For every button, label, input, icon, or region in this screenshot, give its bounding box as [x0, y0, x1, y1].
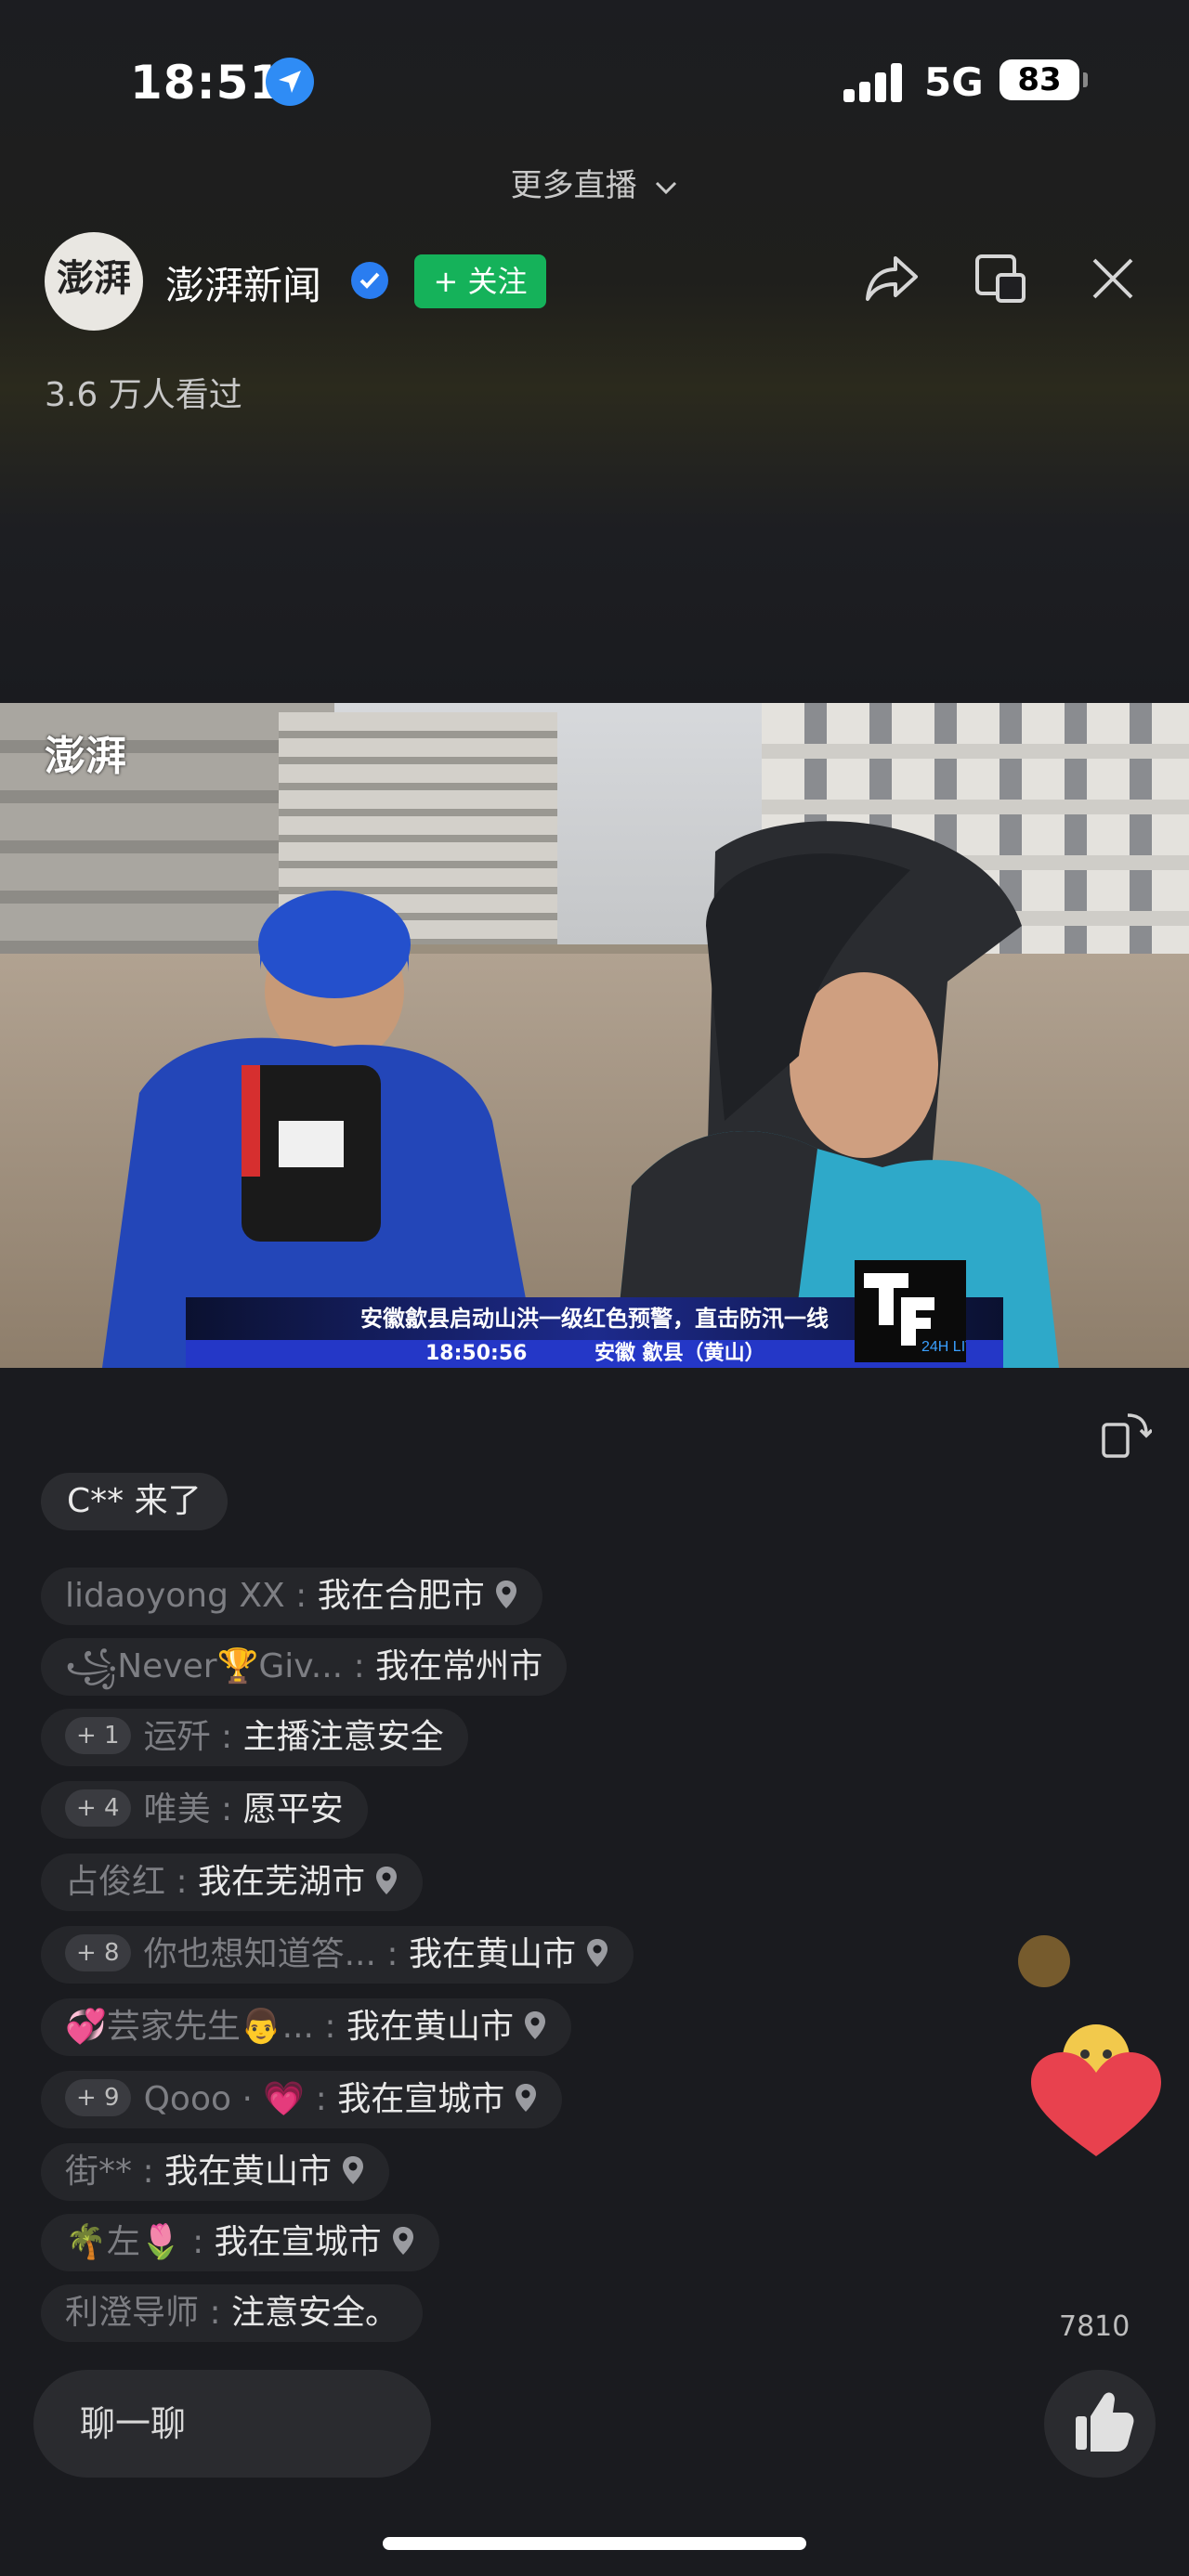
close-icon[interactable]	[1083, 249, 1143, 308]
chat-username[interactable]: 利澄导师	[65, 2294, 199, 2332]
chat-separator: :	[313, 2008, 346, 2046]
chat-username[interactable]: Qooo · 💗	[144, 2080, 306, 2118]
level-badge: + 8	[65, 1934, 131, 1971]
chat-message: 🌴左🌷 : 我在宣城市	[41, 2214, 439, 2271]
chat-separator: :	[132, 2153, 165, 2191]
level-badge: + 1	[65, 1717, 131, 1754]
chat-text: 我在黄山市	[164, 2153, 333, 2191]
chat-message: 利澄导师 : 注意安全。	[41, 2284, 424, 2342]
chat-text: 我在宣城市	[214, 2223, 382, 2261]
chat-separator: :	[181, 2223, 215, 2261]
rescuer-figure	[102, 891, 539, 1368]
avatar-text: 澎湃	[57, 256, 131, 300]
chat-username[interactable]: 运歼	[144, 1718, 211, 1756]
chat-text: 主播注意安全	[242, 1718, 444, 1756]
verified-icon	[351, 262, 388, 299]
chat-username[interactable]: 街**	[65, 2153, 132, 2191]
like-heart-icon	[1031, 2024, 1161, 2156]
chat-message: ꧁Never🏆Giv... : 我在常州市	[41, 1638, 568, 1696]
chevron-down-icon	[656, 181, 677, 195]
location-pin-icon	[586, 1939, 608, 1967]
chat-separator: :	[375, 1935, 409, 1973]
tf-24h-live-logo: 24H LIVE	[855, 1260, 985, 1362]
more-live-label: 更多直播	[510, 167, 637, 204]
chat-separator: :	[343, 1647, 376, 1685]
chat-input[interactable]: 聊一聊	[33, 2370, 431, 2478]
location-arrow-icon	[266, 58, 314, 106]
home-indicator[interactable]	[383, 2537, 806, 2550]
chat-text: 我在黄山市	[346, 2008, 515, 2046]
chat-username[interactable]: 🌴左🌷	[65, 2223, 182, 2261]
viewer-count: 3.6 万人看过	[45, 376, 242, 414]
chat-text: 我在黄山市	[408, 1935, 576, 1973]
channel-name[interactable]: 澎湃新闻	[165, 254, 321, 311]
status-bar: 18:51 5G 83	[0, 46, 1189, 121]
battery-icon: 83	[1000, 59, 1088, 100]
chat-text: 注意安全。	[231, 2294, 399, 2332]
chat-message: 占俊红 : 我在芜湖市	[41, 1854, 424, 1911]
chat-username[interactable]: 💞芸家先生👨...	[65, 2008, 314, 2046]
reporter-figure	[613, 821, 1059, 1368]
location-pin-icon	[392, 2227, 413, 2255]
location-pin-icon	[495, 1581, 516, 1608]
tf-badge-text: 24H LIVE	[921, 1339, 966, 1355]
chat-text: 我在常州市	[375, 1647, 543, 1685]
chat-separator: :	[210, 1790, 243, 1828]
like-button[interactable]	[1044, 2370, 1156, 2478]
location-pin-icon	[516, 2084, 537, 2112]
chat-separator: :	[210, 1718, 243, 1756]
chat-message: 💞芸家先生👨... : 我在黄山市	[41, 1998, 572, 2056]
status-time: 18:51	[130, 56, 283, 110]
chat-separator: :	[305, 2080, 338, 2118]
chat-message: lidaoyong ⅩⅩ : 我在合肥市	[41, 1568, 542, 1625]
chat-message: 街** : 我在黄山市	[41, 2143, 390, 2201]
banner-clock: 18:50:56	[425, 1342, 528, 1365]
join-notice: C** 来了	[41, 1473, 228, 1530]
video-watermark-logo: 澎湃	[45, 733, 126, 780]
chat-separator: :	[199, 2294, 232, 2332]
chat-username[interactable]: 唯美	[144, 1790, 211, 1828]
follow-button[interactable]: + 关注	[414, 254, 546, 308]
chat-username[interactable]: ꧁Never🏆Giv...	[65, 1647, 343, 1685]
chat-username[interactable]: lidaoyong ⅩⅩ	[65, 1577, 285, 1615]
chat-separator: :	[165, 1863, 199, 1901]
location-pin-icon	[376, 1867, 398, 1894]
chat-text: 愿平安	[242, 1790, 344, 1828]
avatar[interactable]: 澎湃	[45, 232, 143, 331]
chat-message: + 9 Qooo · 💗 : 我在宣城市	[41, 2071, 563, 2128]
banner-location: 安徽 歙县（黄山）	[594, 1342, 765, 1365]
chat-message: + 4 唯美 : 愿平安	[41, 1781, 368, 1839]
mini-window-icon[interactable]	[972, 249, 1031, 308]
location-pin-icon	[343, 2156, 364, 2184]
chat-message: + 8 你也想知道答... : 我在黄山市	[41, 1926, 634, 1984]
rotate-screen-icon[interactable]	[1100, 1408, 1154, 1460]
level-badge: + 9	[65, 2079, 131, 2116]
chat-text: 我在宣城市	[337, 2080, 505, 2118]
live-video[interactable]: 澎湃 安徽歙县启动山洪一级红色预警，直击防汛一线 18:50:56 安徽 歙县（…	[0, 703, 1189, 1368]
level-badge: + 4	[65, 1789, 131, 1827]
chat-message: + 1 运歼 : 主播注意安全	[41, 1709, 468, 1766]
chat-separator: :	[284, 1577, 318, 1615]
chat-text: 我在芜湖市	[198, 1863, 366, 1901]
chat-username[interactable]: 你也想知道答...	[144, 1935, 376, 1973]
signal-icon	[843, 61, 905, 102]
more-live-dropdown[interactable]: 更多直播	[0, 160, 1189, 205]
chat-username[interactable]: 占俊红	[65, 1863, 165, 1901]
location-pin-icon	[525, 2011, 546, 2039]
like-count: 7810	[1059, 2310, 1130, 2343]
share-icon[interactable]	[862, 249, 921, 308]
network-type: 5G	[924, 59, 984, 105]
chat-text: 我在合肥市	[317, 1577, 485, 1615]
thumbs-up-icon	[1076, 2392, 1134, 2452]
floating-emoji-icon	[1018, 1935, 1070, 1987]
